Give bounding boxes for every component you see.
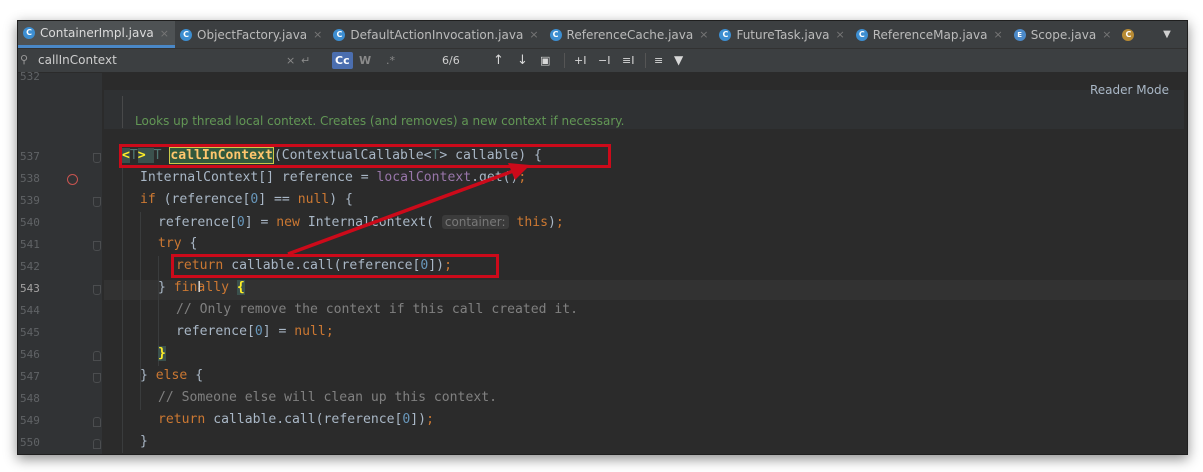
whole-words-toggle[interactable]: W bbox=[359, 52, 371, 69]
annotation-arrow bbox=[287, 163, 530, 256]
next-occurrence-icon[interactable]: ↓ bbox=[517, 52, 528, 69]
previous-occurrence-icon[interactable]: ↑ bbox=[493, 52, 504, 69]
tab-futuretask[interactable]: C FutureTask.java × bbox=[714, 21, 850, 48]
tab-label: ObjectFactory.java bbox=[197, 27, 308, 42]
class-icon: C bbox=[23, 27, 35, 39]
tab-list-dropdown[interactable]: ▼ bbox=[1147, 21, 1187, 48]
select-all-matches-icon[interactable]: ≡Ⅰ bbox=[622, 52, 634, 69]
clear-search-icon[interactable]: × bbox=[286, 52, 295, 69]
arrow-line bbox=[287, 168, 517, 256]
tab-label: FutureTask.java bbox=[736, 27, 830, 42]
editor-tab-bar: C ContainerImpl.java × C ObjectFactory.j… bbox=[18, 21, 1187, 49]
enum-icon: E bbox=[1013, 28, 1026, 41]
abstract-class-icon: C bbox=[549, 28, 562, 41]
close-icon[interactable]: × bbox=[699, 28, 708, 41]
tab-referencecache[interactable]: C ReferenceCache.java × bbox=[545, 21, 715, 48]
search-icon[interactable]: ⚲ bbox=[20, 53, 34, 67]
class-icon: C bbox=[333, 28, 346, 41]
new-line-icon[interactable]: ↵ bbox=[301, 52, 310, 69]
remove-occurrence-icon[interactable]: −Ⅰ bbox=[598, 52, 610, 69]
close-icon[interactable]: × bbox=[993, 28, 1002, 41]
filter-icon[interactable]: ▼ bbox=[674, 52, 683, 69]
in-selection-icon[interactable]: ≡ bbox=[654, 52, 663, 69]
match-count: 6/6 bbox=[442, 54, 460, 67]
tab-label: DefaultActionInvocation.java bbox=[350, 27, 524, 42]
toolbar-separator bbox=[564, 53, 565, 68]
regex-toggle[interactable]: .* bbox=[386, 52, 395, 69]
tab-overflow-partial[interactable]: C bbox=[1117, 21, 1145, 48]
close-icon[interactable]: × bbox=[313, 28, 322, 41]
tab-scope[interactable]: E Scope.java × bbox=[1009, 21, 1118, 48]
tab-containerimpl[interactable]: C ContainerImpl.java × bbox=[18, 21, 175, 48]
find-bar: ⚲ callInContext × ↵ Cc W .* 6/6 ↑ ↓ ▣ +Ⅰ… bbox=[18, 49, 1187, 73]
select-all-occurrences-icon[interactable]: ▣ bbox=[540, 52, 550, 69]
class-icon: C bbox=[180, 28, 192, 41]
code-editor[interactable]: 532 537 538 539 540 541 542 543 544 545 … bbox=[18, 70, 1187, 454]
close-icon[interactable]: × bbox=[529, 28, 538, 41]
tab-label: ReferenceCache.java bbox=[566, 27, 694, 42]
tab-label: ReferenceMap.java bbox=[872, 27, 988, 42]
close-icon[interactable]: × bbox=[1102, 28, 1111, 41]
tab-objectfactory[interactable]: C ObjectFactory.java × bbox=[175, 21, 328, 48]
tab-defaultactioninvocation[interactable]: C DefaultActionInvocation.java × bbox=[328, 21, 544, 48]
class-icon: C bbox=[1122, 28, 1135, 41]
tab-label: Scope.java bbox=[1030, 27, 1097, 42]
add-occurrence-icon[interactable]: +Ⅰ bbox=[574, 52, 586, 69]
search-input[interactable]: callInContext bbox=[38, 53, 117, 67]
class-icon: C bbox=[719, 28, 732, 41]
match-case-toggle[interactable]: Cc bbox=[332, 52, 353, 69]
tab-label: ContainerImpl.java bbox=[40, 26, 154, 40]
close-icon[interactable]: × bbox=[836, 28, 845, 41]
close-icon[interactable]: × bbox=[160, 27, 169, 40]
ide-window: C ContainerImpl.java × C ObjectFactory.j… bbox=[17, 20, 1188, 455]
class-icon: C bbox=[855, 28, 868, 41]
toolbar-separator bbox=[645, 53, 646, 68]
chevron-down-icon[interactable]: ▼ bbox=[1163, 29, 1171, 40]
tab-referencemap[interactable]: C ReferenceMap.java × bbox=[851, 21, 1009, 48]
